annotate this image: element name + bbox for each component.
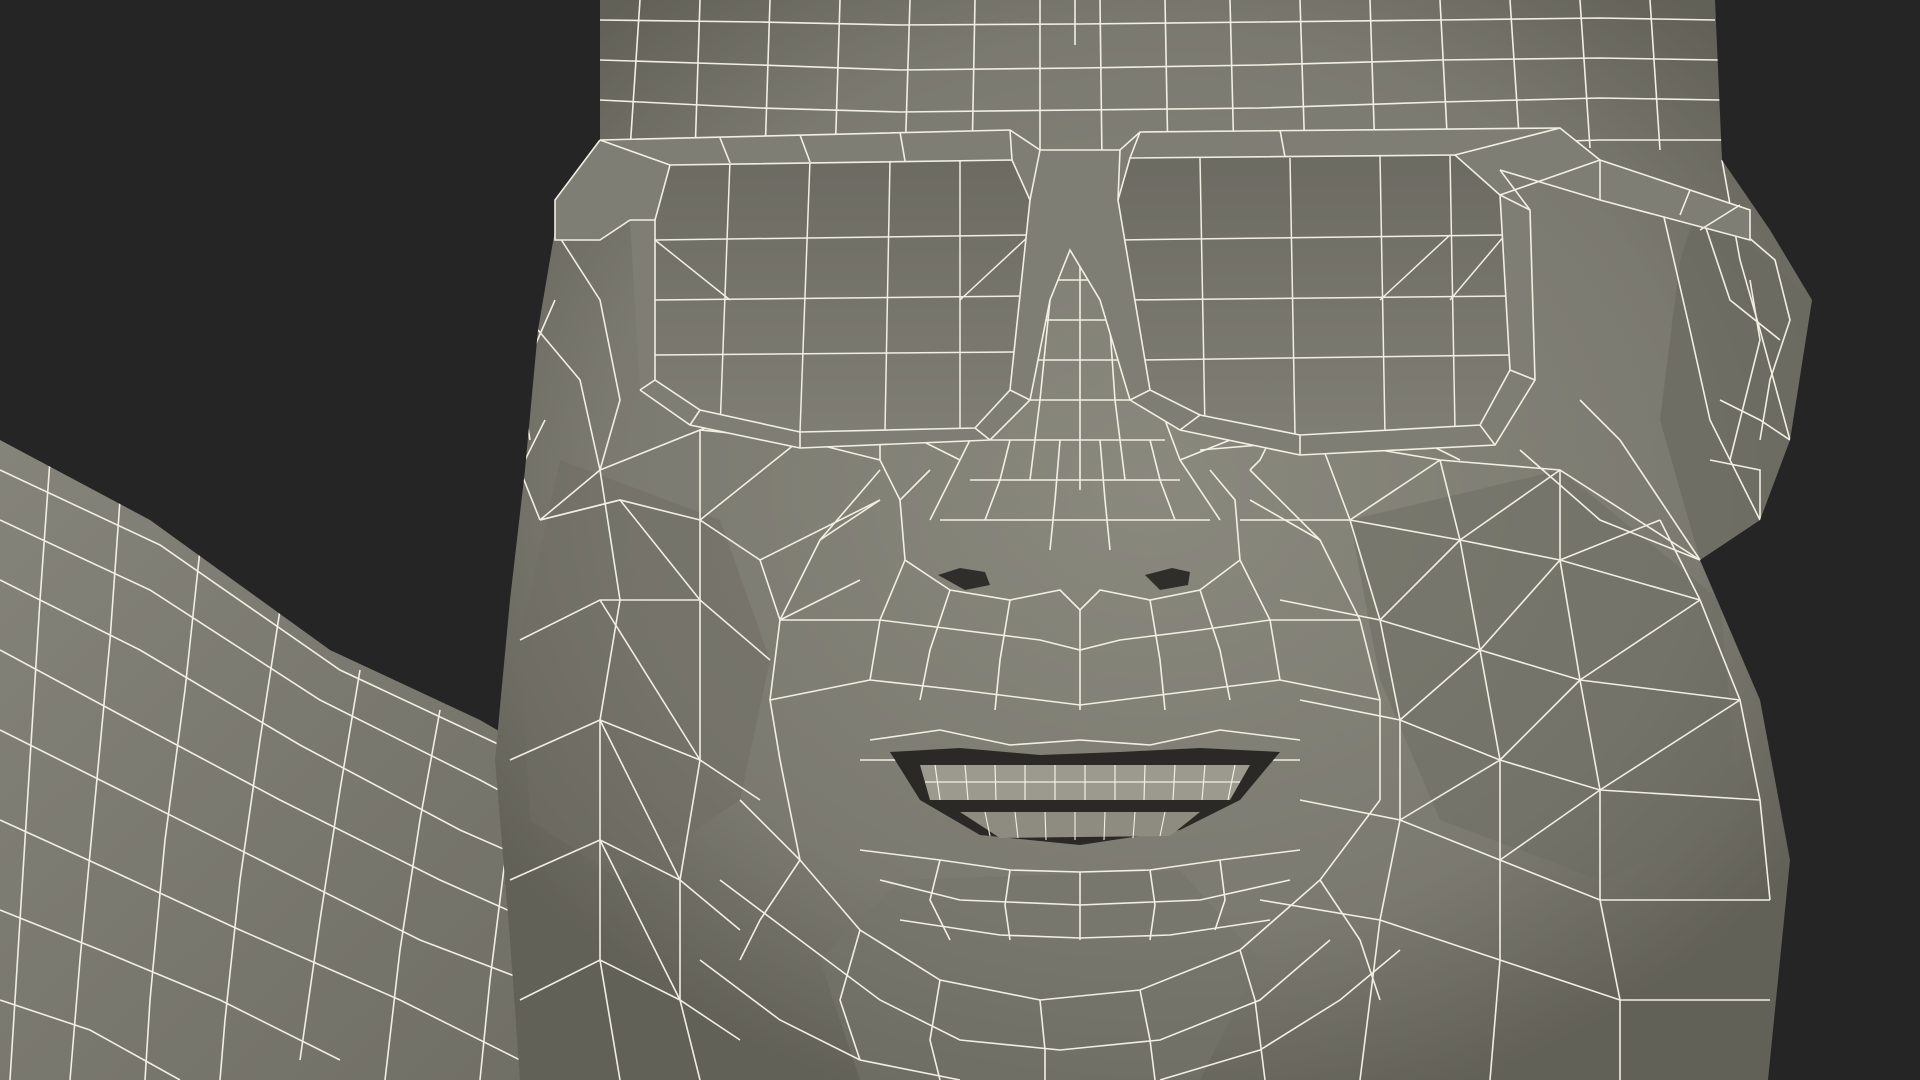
wireframe-render: [0, 0, 1920, 1080]
render-viewport: [0, 0, 1920, 1080]
